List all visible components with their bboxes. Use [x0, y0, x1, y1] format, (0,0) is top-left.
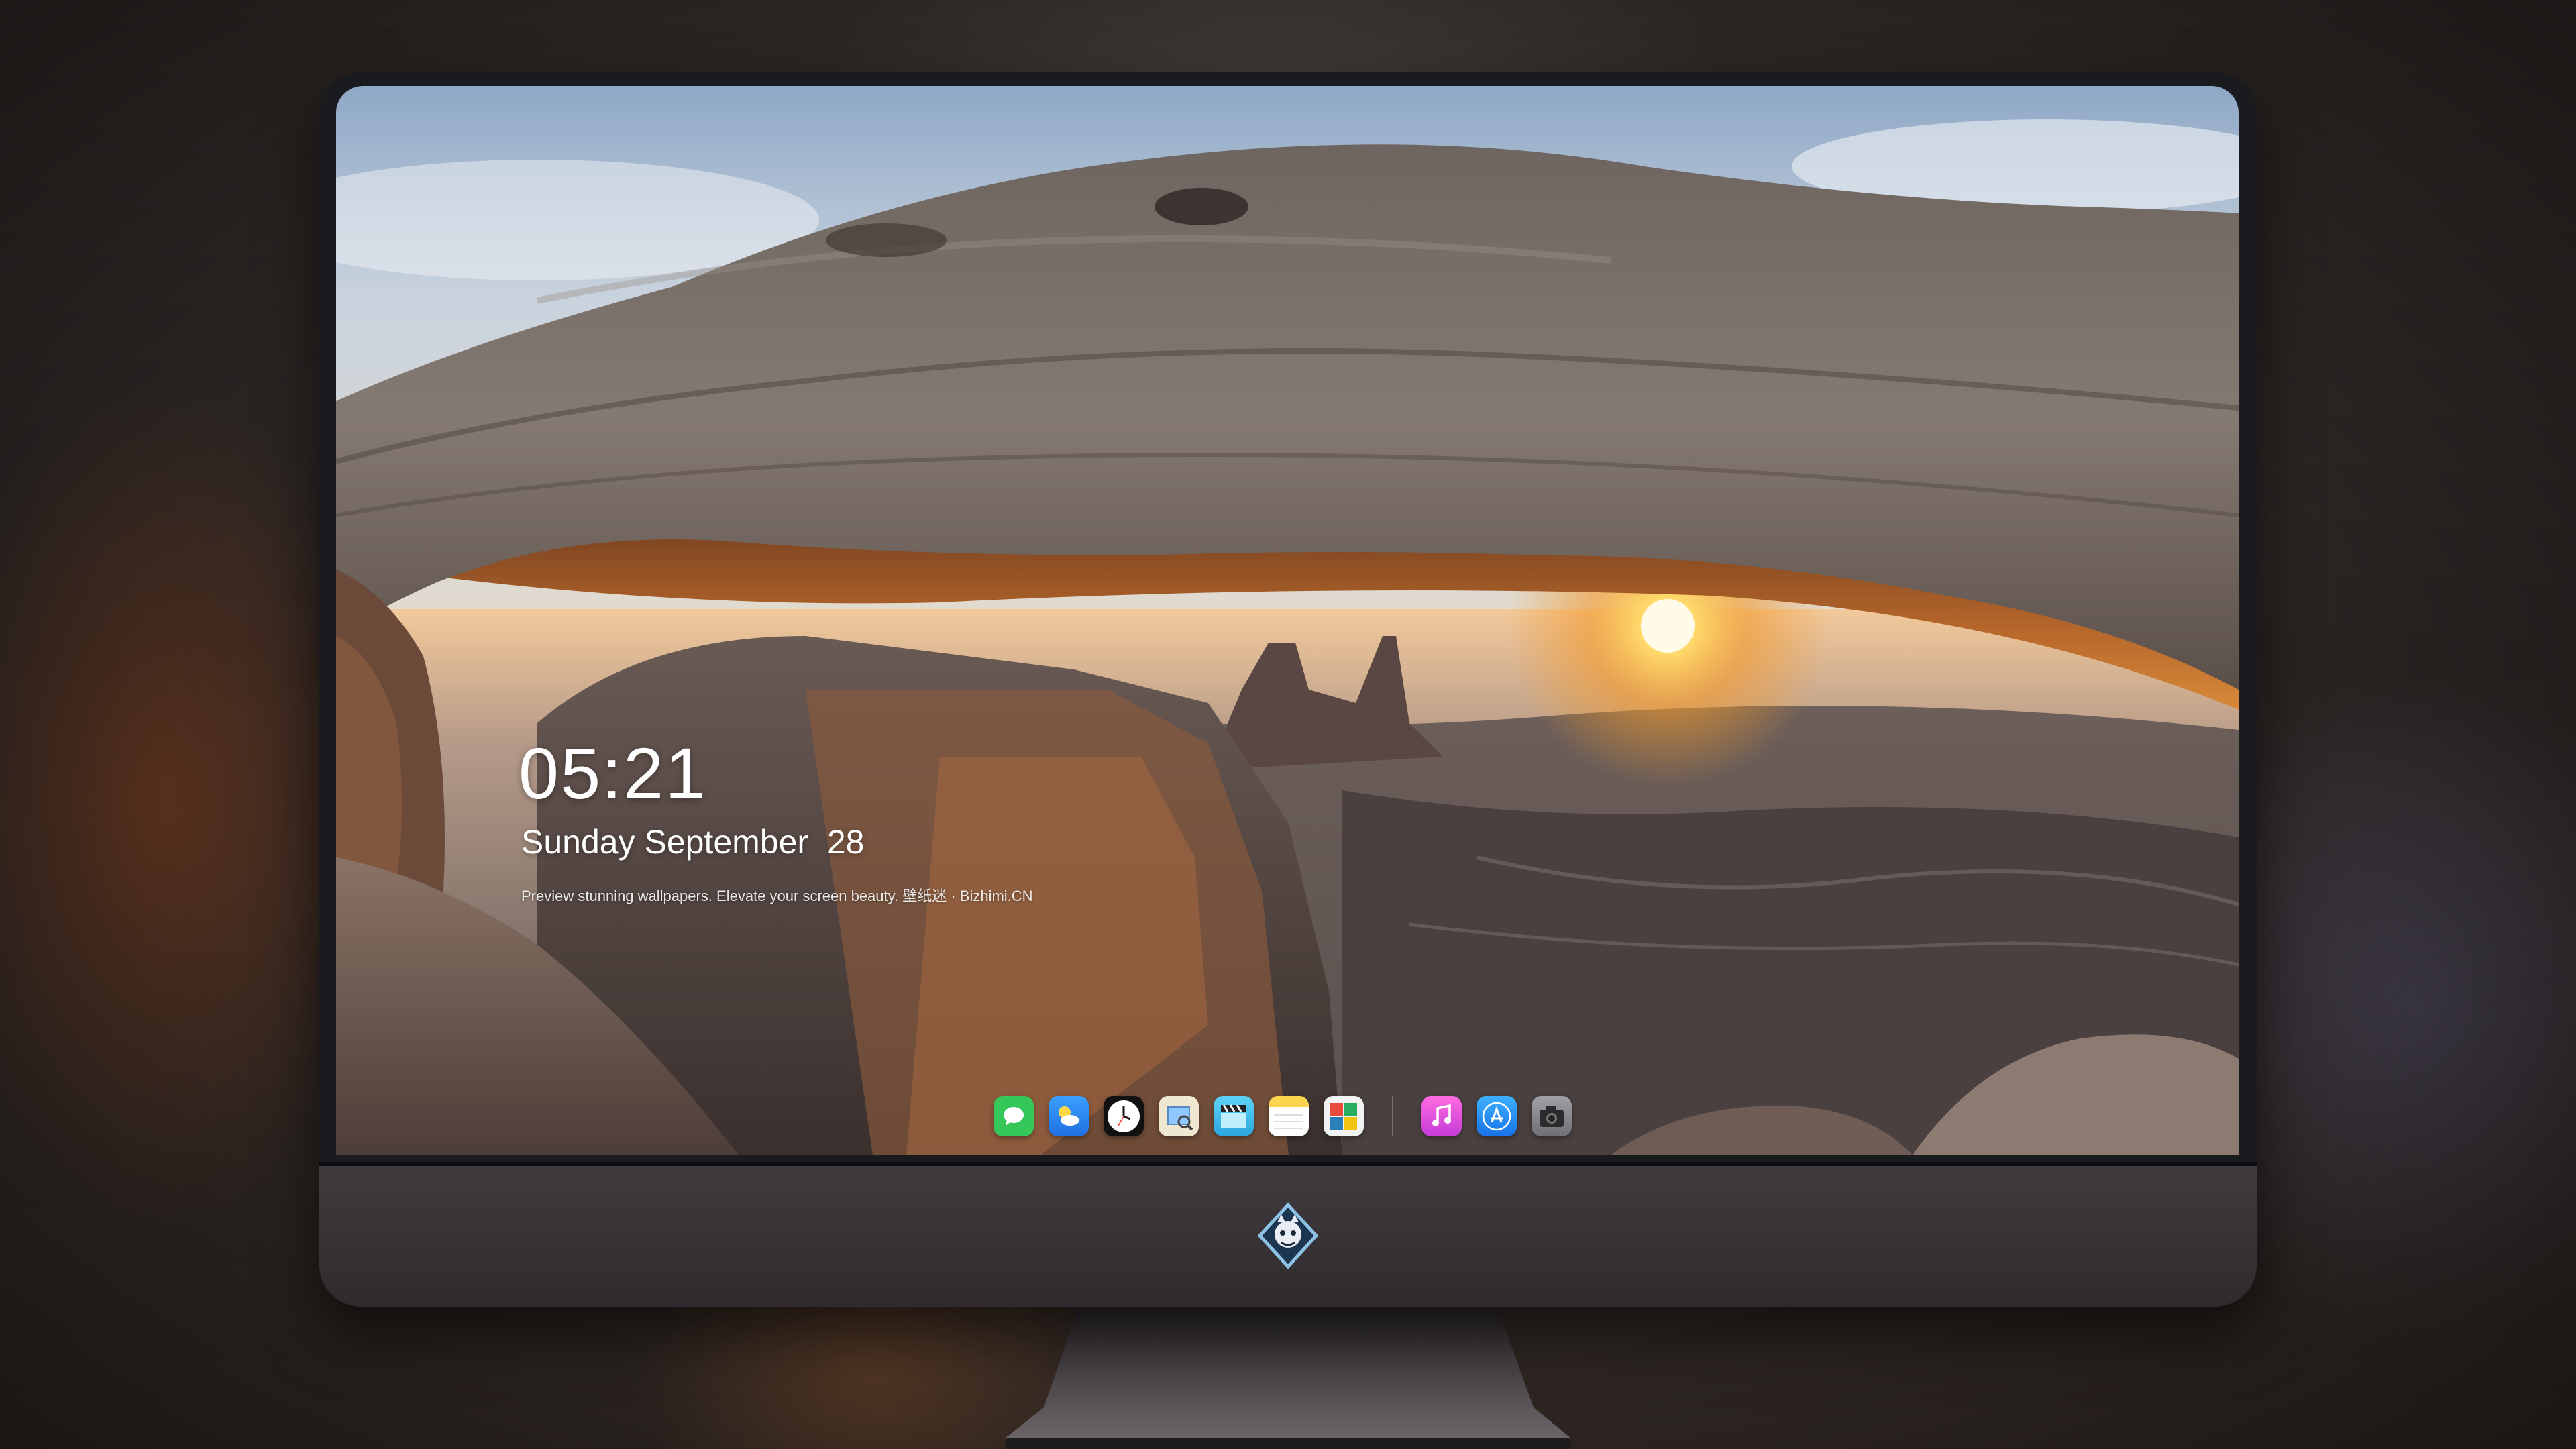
messages-icon[interactable] [994, 1096, 1034, 1136]
video-icon[interactable] [1214, 1096, 1254, 1136]
lock-screen-time: 05:21 [519, 733, 707, 814]
brand-logo-icon [1257, 1202, 1319, 1269]
lock-screen-date: Sunday September 28 [521, 823, 865, 861]
dock [991, 1088, 1574, 1144]
preview-icon[interactable] [1159, 1096, 1199, 1136]
music-icon[interactable] [1421, 1096, 1462, 1136]
camera-icon[interactable] [1532, 1096, 1572, 1136]
wallpaper-caption: Preview stunning wallpapers. Elevate you… [521, 888, 1033, 904]
clock-icon[interactable] [1104, 1096, 1144, 1136]
notes-icon[interactable] [1269, 1096, 1309, 1136]
dock-separator [1392, 1096, 1393, 1136]
monitor-stand [1005, 1307, 1571, 1449]
app-store-icon[interactable] [1477, 1096, 1517, 1136]
lock-screen: 05:21 Sunday September 28 Preview stunni… [336, 86, 2239, 1155]
photo-booth-icon[interactable] [1324, 1096, 1364, 1136]
weather-icon[interactable] [1049, 1096, 1089, 1136]
wallpaper-mesa-arch [336, 86, 2239, 1155]
